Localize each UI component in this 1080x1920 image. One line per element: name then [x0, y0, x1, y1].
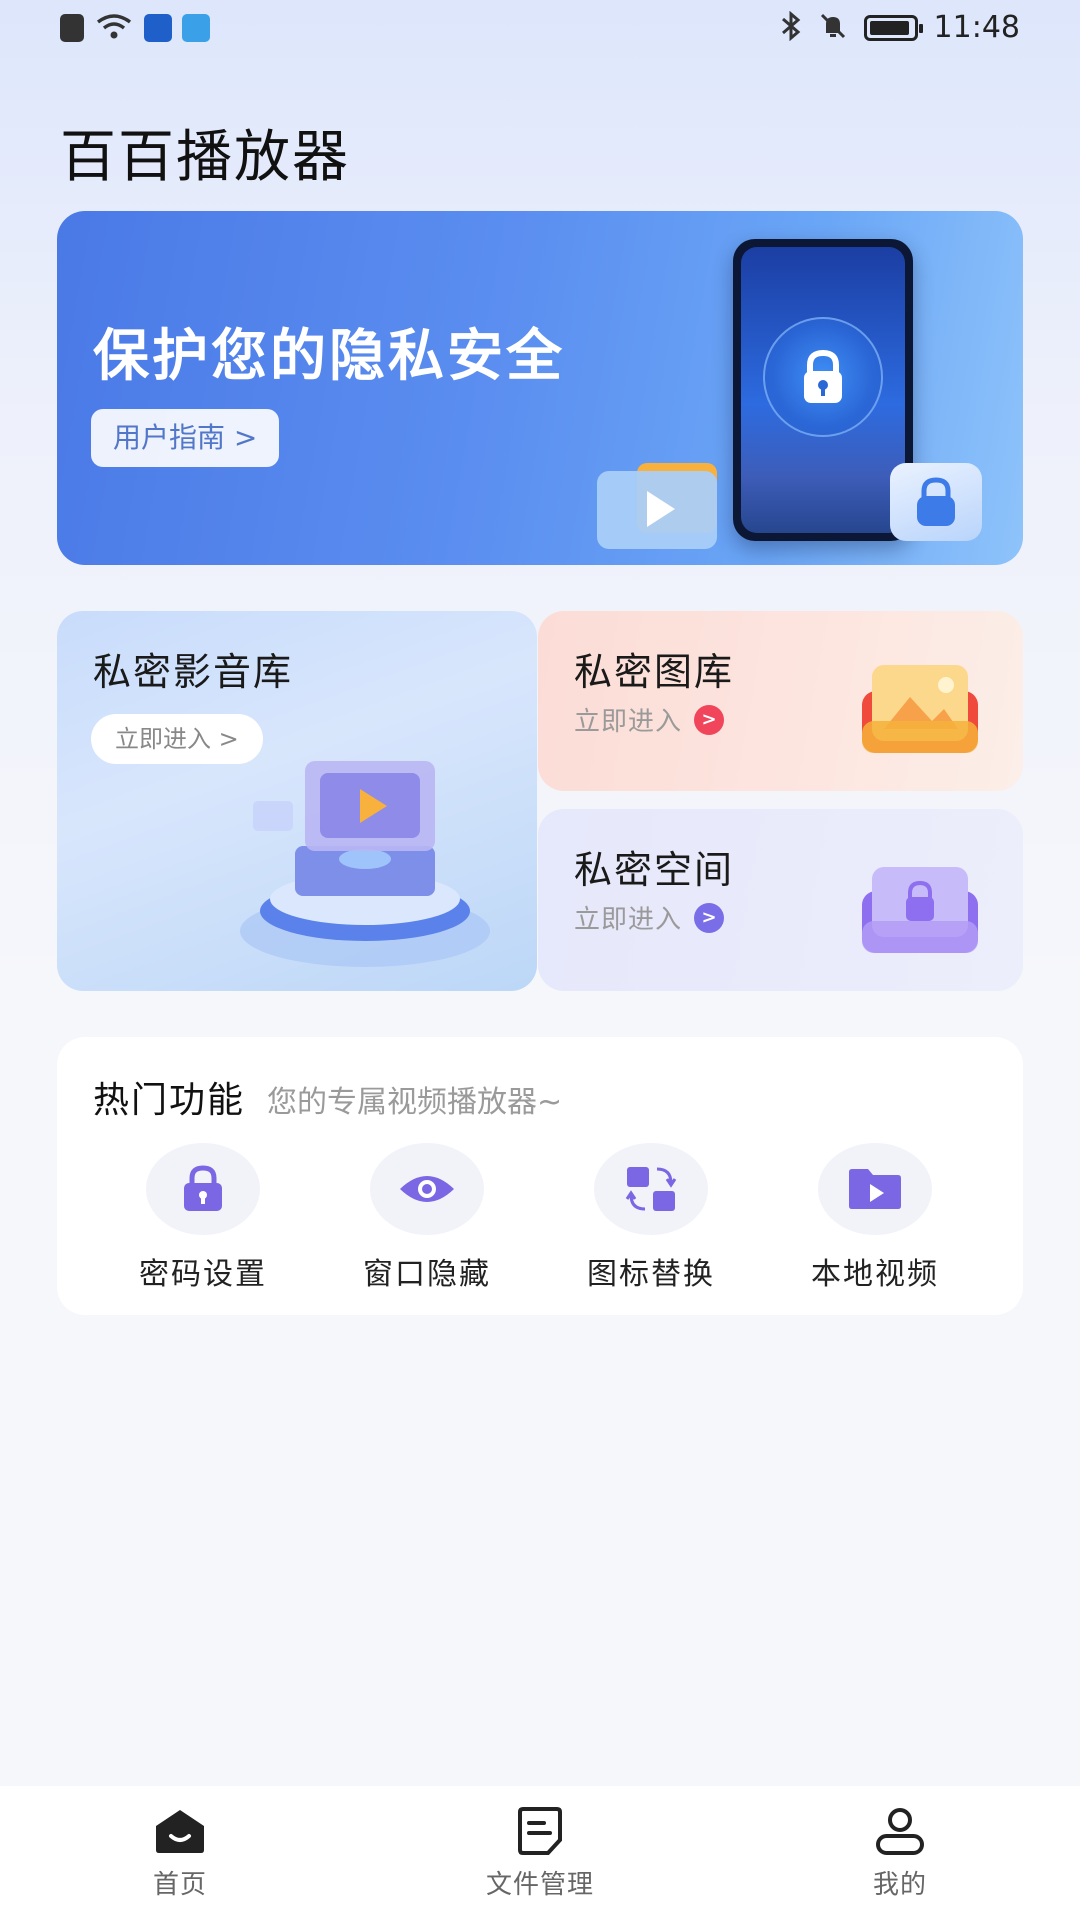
- feature-label: 密码设置: [139, 1257, 267, 1292]
- user-icon: [876, 1808, 924, 1855]
- enter-now-link[interactable]: 立即进入 >: [574, 701, 725, 738]
- feature-label: 本地视频: [811, 1257, 939, 1292]
- feature-password-settings[interactable]: 密码设置: [113, 1143, 293, 1293]
- enter-now-label: 立即进入: [574, 905, 683, 935]
- hot-features-panel: 热门功能 您的专属视频播放器~ 密码设置 窗口隐藏 图标替换 本地视频: [57, 1037, 1023, 1315]
- feature-icon-circle: [594, 1143, 708, 1235]
- mute-bell-icon: [818, 11, 848, 45]
- lock-icon: [184, 1165, 222, 1211]
- feature-label: 窗口隐藏: [363, 1257, 491, 1292]
- chevron-right-icon: >: [694, 704, 725, 735]
- status-right-icons: 11:48: [780, 10, 1020, 45]
- card-title: 私密图库: [574, 650, 735, 694]
- user-guide-button[interactable]: 用户指南 >: [91, 409, 280, 467]
- chevron-right-icon: >: [694, 902, 725, 933]
- nav-item-home[interactable]: 首页: [80, 1806, 280, 1901]
- feature-icon-circle: [818, 1143, 932, 1235]
- phone-illustration: [733, 239, 913, 541]
- nav-label: 文件管理: [485, 1870, 594, 1900]
- bottom-navigation: 首页 文件管理 我的: [0, 1786, 1080, 1920]
- enter-now-link[interactable]: 立即进入 >: [574, 899, 725, 936]
- home-icon: [156, 1810, 204, 1853]
- weather-icon: [182, 14, 210, 42]
- gallery-image-illustration: [862, 665, 978, 753]
- features-subtitle: 您的专属视频播放器~: [267, 1085, 563, 1120]
- nav-item-me[interactable]: 我的: [800, 1806, 1000, 1901]
- lock-icon: [804, 349, 842, 403]
- status-left-icons: [60, 12, 210, 44]
- page-title: 百百播放器: [60, 125, 350, 190]
- feature-label: 图标替换: [587, 1257, 715, 1292]
- private-space-card[interactable]: 私密空间 立即进入 >: [538, 809, 1023, 991]
- enter-now-label: 立即进入: [574, 707, 683, 737]
- battery-icon: [863, 14, 923, 41]
- swap-icon: [625, 1167, 677, 1211]
- bluetooth-icon: [780, 10, 802, 45]
- card-title: 私密影音库: [93, 650, 294, 694]
- features-title: 热门功能: [93, 1080, 246, 1121]
- feature-icon-circle: [146, 1143, 260, 1235]
- status-time: 11:48: [933, 10, 1020, 45]
- alert-icon: [60, 14, 84, 42]
- banner-title: 保护您的隐私安全: [93, 324, 565, 389]
- media-player-illustration: [240, 761, 490, 967]
- features-header: 热门功能 您的专属视频播放器~: [93, 1071, 562, 1123]
- eye-icon: [400, 1176, 454, 1202]
- status-bar: 11:48: [0, 0, 1080, 60]
- privacy-banner[interactable]: 保护您的隐私安全 用户指南 >: [57, 211, 1023, 565]
- private-gallery-card[interactable]: 私密图库 立即进入 >: [538, 611, 1023, 791]
- card-title: 私密空间: [574, 848, 735, 892]
- file-icon: [518, 1807, 562, 1855]
- feature-local-video[interactable]: 本地视频: [785, 1143, 965, 1293]
- nav-label: 首页: [152, 1870, 207, 1900]
- private-media-library-card[interactable]: 私密影音库 立即进入 >: [57, 611, 537, 991]
- lock-tile-illustration: [890, 463, 982, 541]
- wifi-icon: [94, 12, 134, 44]
- locked-folder-illustration: [862, 867, 978, 953]
- feature-icon-circle: [370, 1143, 484, 1235]
- app-notification-icon: [144, 14, 172, 42]
- feature-window-hide[interactable]: 窗口隐藏: [337, 1143, 517, 1293]
- nav-label: 我的: [872, 1870, 927, 1900]
- video-folder-icon: [849, 1169, 901, 1209]
- feature-icon-replace[interactable]: 图标替换: [561, 1143, 741, 1293]
- nav-item-file-manager[interactable]: 文件管理: [440, 1806, 640, 1901]
- video-folder-illustration: [597, 463, 717, 549]
